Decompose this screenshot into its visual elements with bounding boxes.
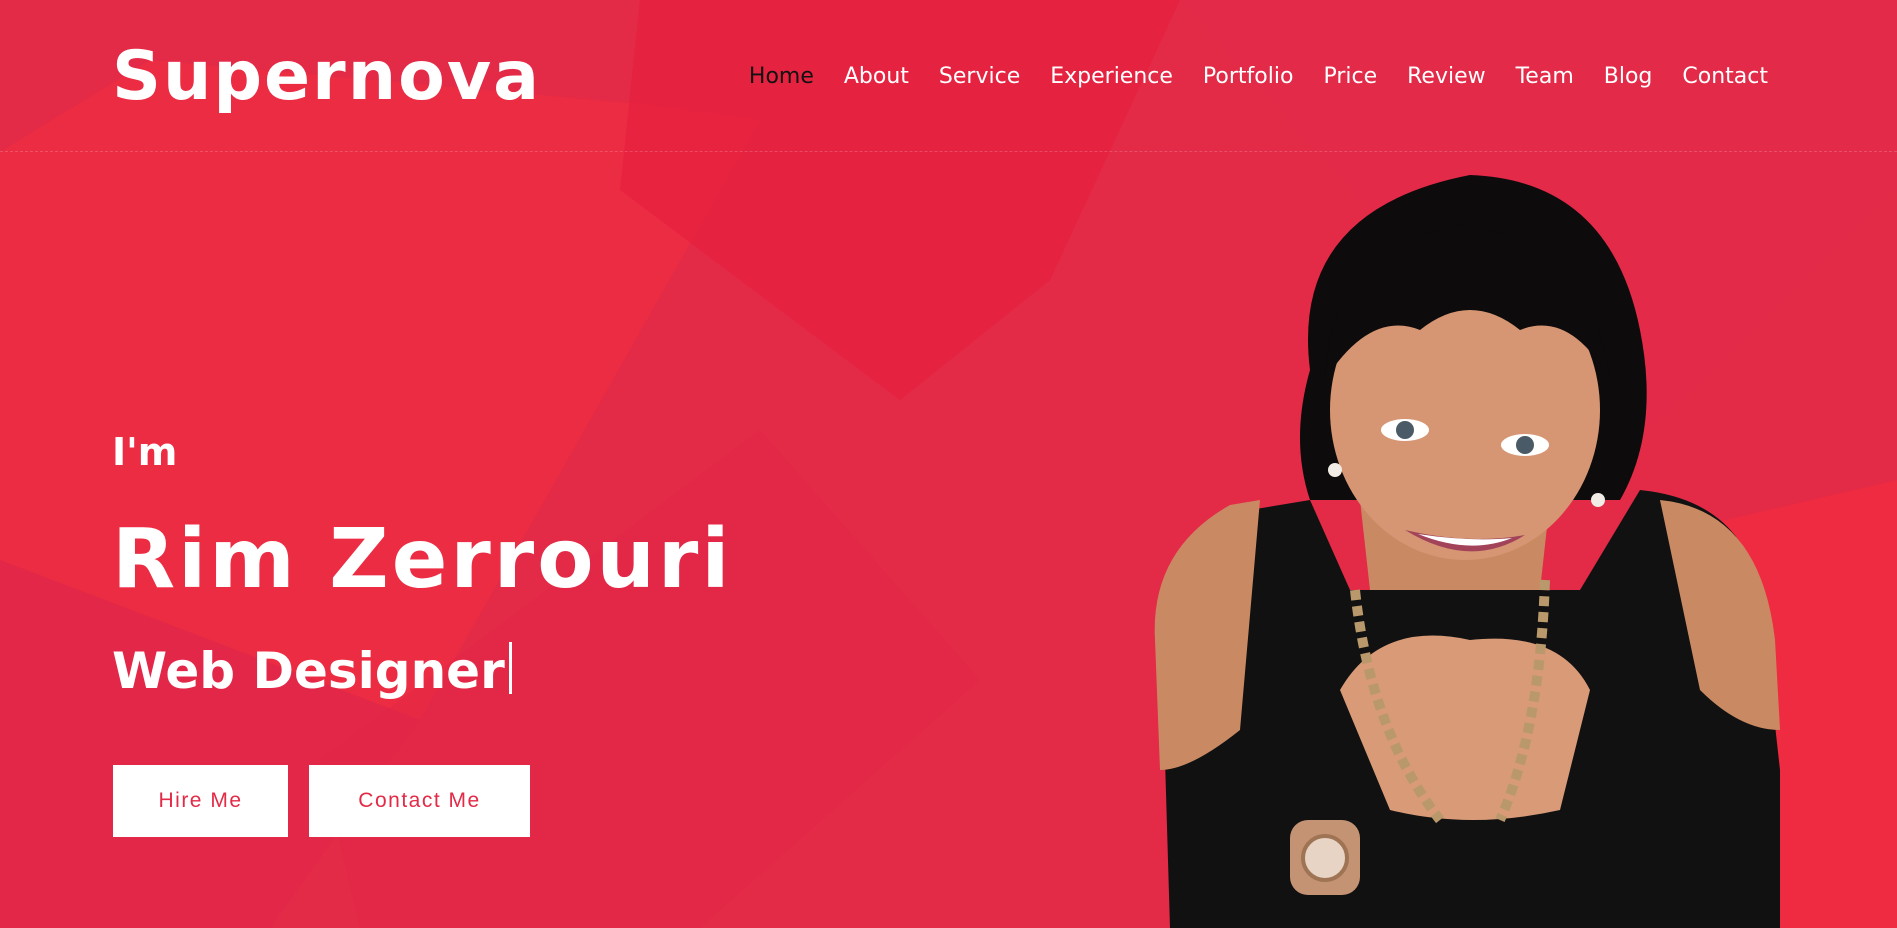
hero-greeting: I'm (112, 430, 178, 474)
nav-item-price[interactable]: Price (1323, 60, 1377, 94)
typing-cursor (508, 642, 512, 694)
hero-role: Web Designer (112, 642, 505, 700)
nav-item-experience[interactable]: Experience (1050, 60, 1173, 94)
main-nav: Home About Service Experience Portfolio … (749, 60, 1768, 94)
hero-name: Rim Zerrouri (112, 512, 733, 607)
nav-item-portfolio[interactable]: Portfolio (1203, 60, 1294, 94)
nav-item-blog[interactable]: Blog (1604, 60, 1653, 94)
hire-me-button[interactable]: Hire Me (113, 765, 288, 837)
site-logo[interactable]: Supernova (112, 38, 541, 116)
hero-role-line: Web Designer (112, 638, 512, 704)
nav-item-about[interactable]: About (844, 60, 909, 94)
nav-item-service[interactable]: Service (939, 60, 1020, 94)
hero-section: Supernova Home About Service Experience … (0, 0, 1897, 928)
profile-photo (1154, 175, 1780, 928)
nav-item-review[interactable]: Review (1407, 60, 1486, 94)
nav-item-contact[interactable]: Contact (1682, 60, 1768, 94)
contact-me-button[interactable]: Contact Me (309, 765, 530, 837)
site-header: Supernova Home About Service Experience … (0, 0, 1897, 152)
nav-item-team[interactable]: Team (1516, 60, 1574, 94)
nav-item-home[interactable]: Home (749, 60, 814, 94)
